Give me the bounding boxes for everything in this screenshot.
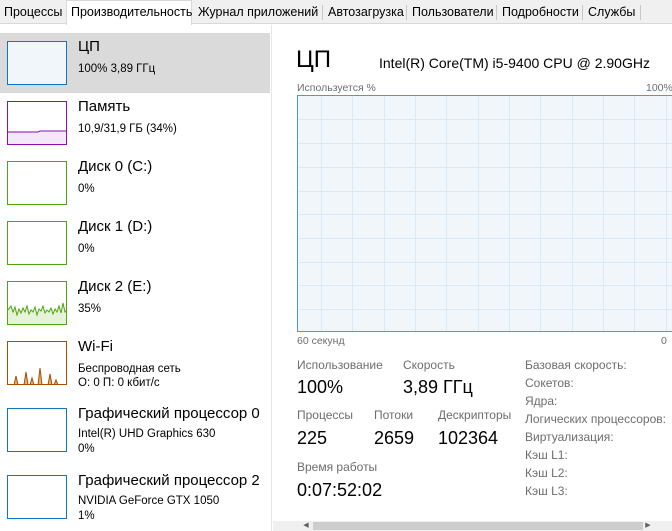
sidebar-item-gpu2[interactable]: Графический процессор 2 NVIDIA GeForce G… — [0, 467, 270, 527]
sidebar-item-cpu[interactable]: ЦП 100% 3,89 ГГц — [0, 33, 270, 93]
info-l2-cache-label: Кэш L2: — [525, 466, 568, 480]
tab-bar: Процессы Производительность Журнал прило… — [0, 0, 672, 25]
arrow-left-icon[interactable]: ◀ — [301, 521, 311, 531]
sidebar-item-title: Память — [78, 98, 131, 115]
speed-label: Скорость — [403, 358, 455, 372]
cpu-model-name: Intel(R) Core(TM) i5-9400 CPU @ 2.90GHz — [379, 55, 650, 71]
arrow-right-icon[interactable]: ▶ — [643, 521, 653, 531]
info-base-speed-label: Базовая скорость: — [525, 358, 627, 372]
sidebar-item-subtitle: 10,9/31,9 ГБ (34%) — [78, 123, 177, 135]
tab-startup[interactable]: Автозагрузка — [324, 2, 404, 23]
speed-value: 3,89 ГГц — [403, 377, 473, 397]
wifi-thumbnail-graph — [7, 341, 67, 385]
info-virtualization-label: Виртуализация: — [525, 430, 614, 444]
tab-separator — [640, 5, 641, 20]
sidebar-item-title: Диск 2 (E:) — [78, 278, 152, 295]
info-sockets-label: Сокетов: — [525, 376, 574, 390]
resource-sidebar: ЦП 100% 3,89 ГГц Память 10,9/31,9 ГБ (34… — [0, 25, 272, 531]
processes-value: 225 — [297, 428, 328, 448]
sidebar-item-title: Графический процессор 0 — [78, 405, 260, 422]
processes-label: Процессы — [297, 408, 354, 422]
info-l1-cache-label: Кэш L1: — [525, 448, 568, 462]
sidebar-item-subtitle: 0% — [78, 183, 95, 195]
sidebar-item-subtitle: NVIDIA GeForce GTX 1050 — [78, 495, 220, 507]
sidebar-item-subtitle: 100% 3,89 ГГц — [78, 63, 156, 75]
tab-services[interactable]: Службы — [584, 2, 635, 23]
scrollbar-thumb[interactable] — [313, 522, 643, 530]
page-title: ЦП — [296, 46, 332, 73]
usage-label: Использование — [297, 358, 383, 372]
threads-value: 2659 — [374, 428, 415, 448]
tab-details[interactable]: Подробности — [498, 2, 579, 23]
uptime-value: 0:07:52:02 — [297, 480, 383, 500]
info-logical-processors-label: Логических процессоров: — [525, 412, 666, 426]
gpu2-thumbnail-graph — [7, 475, 67, 519]
tab-separator — [582, 5, 583, 20]
sidebar-item-disk2[interactable]: Диск 2 (E:) 35% — [0, 273, 270, 333]
tab-users[interactable]: Пользователи — [408, 2, 494, 23]
sidebar-item-memory[interactable]: Память 10,9/31,9 ГБ (34%) — [0, 93, 270, 153]
disk1-thumbnail-graph — [7, 221, 67, 265]
handles-label: Дескрипторы — [438, 408, 512, 422]
disk0-thumbnail-graph — [7, 161, 67, 205]
info-cores-label: Ядра: — [525, 394, 558, 408]
handles-value: 102364 — [438, 428, 499, 448]
tab-separator — [406, 5, 407, 20]
memory-thumbnail-graph — [7, 101, 67, 145]
tab-performance[interactable]: Производительность — [66, 0, 192, 25]
sidebar-item-disk0[interactable]: Диск 0 (C:) 0% — [0, 153, 270, 213]
tab-separator — [496, 5, 497, 20]
sidebar-item-title: Диск 0 (C:) — [78, 158, 153, 175]
graph-y-max-label: 100% — [646, 82, 672, 94]
uptime-label: Время работы — [297, 460, 378, 474]
graph-x-min-label: 0 — [661, 335, 667, 347]
threads-label: Потоки — [374, 408, 414, 422]
sidebar-item-title: Диск 1 (D:) — [78, 218, 153, 235]
sidebar-item-title: Wi-Fi — [78, 338, 113, 355]
cpu-thumbnail-graph — [7, 41, 67, 85]
horizontal-scrollbar[interactable]: ◀ ▶ — [273, 521, 672, 531]
sidebar-item-gpu0[interactable]: Графический процессор 0 Intel(R) UHD Gra… — [0, 400, 270, 460]
graph-x-axis-label: 60 секунд — [297, 335, 345, 347]
gpu0-thumbnail-graph — [7, 408, 67, 452]
sidebar-item-subtitle: Беспроводная сеть — [78, 363, 181, 375]
sidebar-item-subtitle: Intel(R) UHD Graphics 630 — [78, 428, 216, 440]
sidebar-item-disk1[interactable]: Диск 1 (D:) 0% — [0, 213, 270, 273]
disk2-thumbnail-graph — [7, 281, 67, 325]
cpu-utilization-graph — [297, 95, 672, 332]
sidebar-item-subtitle: 35% — [78, 303, 102, 315]
info-l3-cache-label: Кэш L3: — [525, 484, 568, 498]
tab-separator — [322, 5, 323, 20]
cpu-detail-panel: ЦП Intel(R) Core(TM) i5-9400 CPU @ 2.90G… — [273, 25, 672, 531]
graph-grid — [298, 96, 672, 331]
graph-y-axis-label: Используется % — [297, 82, 376, 94]
sidebar-item-detail: 0% — [78, 443, 95, 455]
sidebar-item-detail: О: 0 П: 0 кбит/с — [78, 377, 160, 389]
sidebar-item-wifi[interactable]: Wi-Fi Беспроводная сеть О: 0 П: 0 кбит/с — [0, 333, 270, 393]
sidebar-item-title: Графический процессор 2 — [78, 472, 260, 489]
sidebar-item-subtitle: 0% — [78, 243, 95, 255]
tab-processes[interactable]: Процессы — [0, 2, 62, 23]
usage-value: 100% — [297, 377, 344, 397]
sidebar-item-detail: 1% — [78, 510, 95, 522]
tab-app-history[interactable]: Журнал приложений — [194, 2, 318, 23]
sidebar-item-title: ЦП — [78, 38, 100, 55]
